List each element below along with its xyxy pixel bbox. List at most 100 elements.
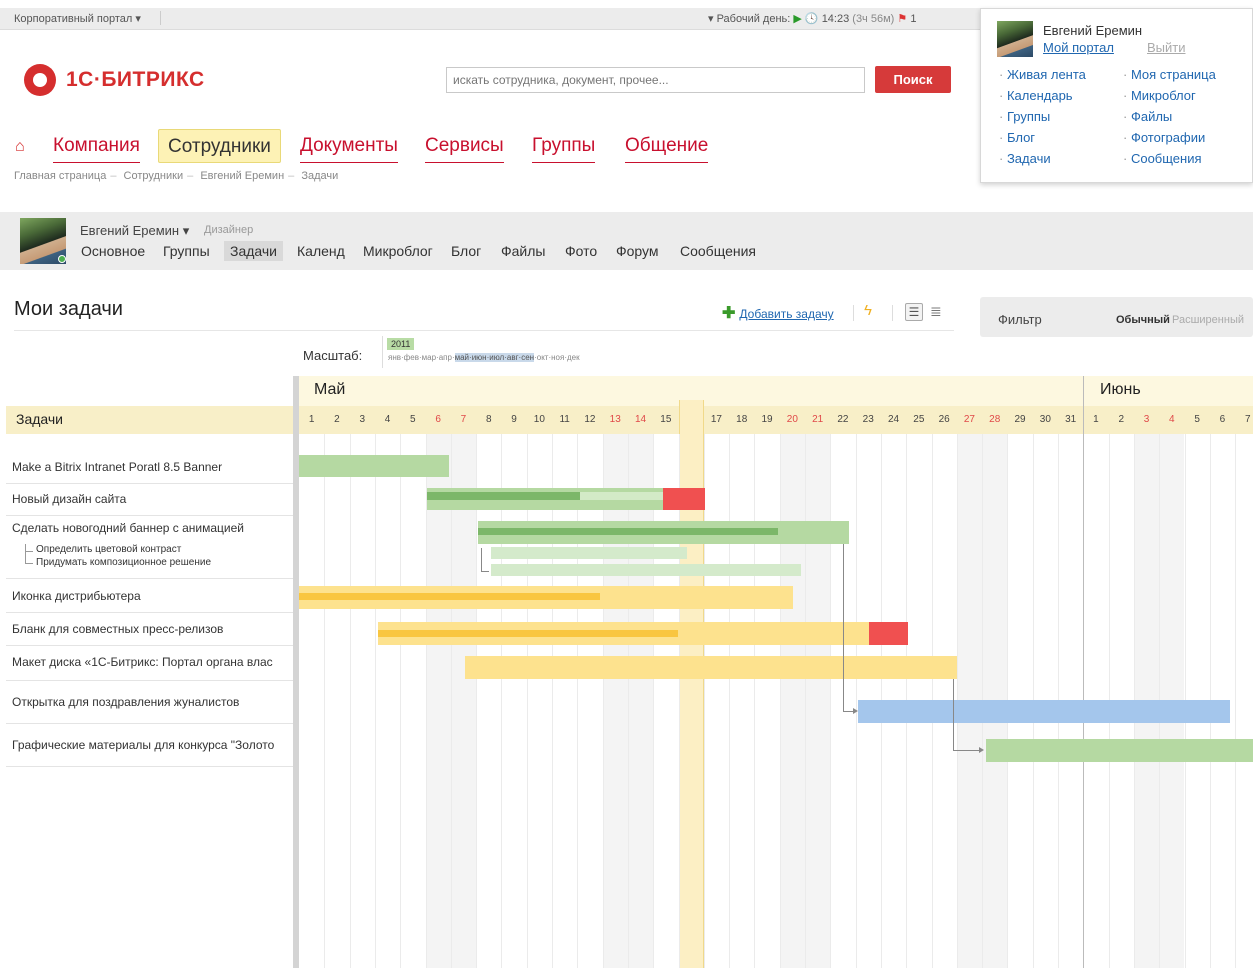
tab-groups[interactable]: Группы [157, 241, 216, 261]
subtask-title[interactable]: Определить цветовой контраст [36, 544, 181, 555]
task-title[interactable]: Графические материалы для конкурса "Золо… [12, 738, 274, 752]
scale-month[interactable]: июл [489, 353, 505, 362]
scale-month[interactable]: мар [422, 353, 436, 362]
tab-files[interactable]: Файлы [495, 241, 551, 261]
task-bar[interactable] [299, 455, 449, 477]
task-row[interactable]: Открытка для поздравления жуналистов [6, 681, 293, 724]
task-progress[interactable] [580, 492, 663, 500]
workday-status[interactable]: ▾ Рабочий день: ▶ 🕓 14:23 (3ч 56м) ⚑ 1 [708, 12, 916, 25]
subtask-title[interactable]: Придумать композиционное решение [36, 557, 211, 568]
scale-month[interactable]: июн [471, 353, 487, 362]
gantt-view-icon[interactable]: ☰ [905, 303, 923, 321]
day-cell: 26 [938, 414, 950, 425]
grid-line [324, 434, 326, 968]
scale-months[interactable]: янв·фев·мар·апр·май·июн·июл·авг·сен·окт·… [388, 353, 580, 362]
my-portal-link[interactable]: Мой портал [1043, 40, 1114, 55]
crumb-employees[interactable]: Сотрудники [124, 170, 184, 182]
online-status-icon [58, 255, 66, 263]
profile-name[interactable]: Евгений Еремин ▾ [80, 223, 189, 239]
link-calendar[interactable]: Календарь [999, 88, 1073, 103]
tab-messages[interactable]: Сообщения [674, 241, 762, 261]
link-messages[interactable]: Сообщения [1123, 151, 1202, 166]
task-title[interactable]: Бланк для совместных пресс-релизов [12, 622, 223, 636]
search-input[interactable] [446, 67, 865, 93]
filter-simple-tab[interactable]: Обычный [1116, 314, 1170, 326]
scale-month[interactable]: янв [388, 353, 401, 362]
task-bar[interactable] [986, 739, 1253, 762]
nav-groups[interactable]: Группы [532, 129, 596, 163]
task-overdue-bar[interactable] [869, 622, 908, 645]
task-progress[interactable] [378, 630, 678, 637]
task-row[interactable]: Make a Bitrix Intranet Poratl 8.5 Banner [6, 452, 293, 484]
filter-title[interactable]: Фильтр [998, 312, 1042, 327]
tab-photo[interactable]: Фото [559, 241, 603, 261]
nav-services[interactable]: Сервисы [425, 129, 504, 163]
crumb-home[interactable]: Главная страница [14, 170, 106, 182]
portal-menu[interactable]: Корпоративный портал ▾ [14, 12, 141, 25]
task-title[interactable]: Новый дизайн сайта [12, 492, 126, 506]
subtask-bar[interactable] [491, 564, 801, 576]
link-photos[interactable]: Фотографии [1123, 130, 1205, 145]
day-cell: 31 [1065, 414, 1077, 425]
search-button[interactable]: Поиск [875, 66, 951, 93]
day-cell: 14 [634, 414, 647, 425]
scale-month[interactable]: ноя [551, 353, 564, 362]
add-task-button[interactable]: ✚ Добавить задачу [722, 303, 834, 323]
scale-month[interactable]: фев [404, 353, 419, 362]
task-row[interactable]: Графические материалы для конкурса "Золо… [6, 724, 293, 767]
task-row[interactable]: Макет диска «1С-Битрикс: Портал органа в… [6, 646, 293, 681]
scale-month[interactable]: сен [521, 353, 535, 362]
bolt-icon[interactable]: ϟ [864, 302, 872, 319]
task-title[interactable]: Макет диска «1С-Битрикс: Портал органа в… [12, 655, 273, 669]
link-my-page[interactable]: Моя страница [1123, 67, 1216, 82]
task-title[interactable]: Открытка для поздравления жуналистов [12, 695, 239, 709]
scale-selector[interactable]: 2011 янв·фев·мар·апр·май·июн·июл·авг·сен… [382, 336, 652, 368]
task-row[interactable]: Иконка дистрибьютера [6, 579, 293, 613]
link-groups[interactable]: Группы [999, 109, 1050, 124]
task-progress[interactable] [299, 593, 600, 600]
play-icon[interactable]: ▶ [793, 13, 801, 25]
scale-month[interactable]: окт [537, 353, 549, 362]
tab-microblog[interactable]: Микроблог [357, 241, 439, 261]
task-overdue-bar[interactable] [663, 488, 705, 510]
nav-documents[interactable]: Документы [300, 129, 398, 163]
grid-line [779, 434, 781, 968]
filter-advanced-tab[interactable]: Расширенный [1172, 314, 1244, 326]
task-row[interactable]: Новый дизайн сайта [6, 484, 293, 516]
subtask-bar[interactable] [491, 547, 687, 559]
flag-icon[interactable]: ⚑ [897, 13, 907, 25]
task-title[interactable]: Сделать новогодний баннер с анимацией [12, 521, 244, 535]
link-microblog[interactable]: Микроблог [1123, 88, 1196, 103]
task-bar[interactable] [465, 656, 957, 679]
task-progress[interactable] [478, 528, 778, 535]
scale-month[interactable]: апр [439, 353, 452, 362]
scale-month[interactable]: май [454, 353, 470, 362]
scale-year[interactable]: 2011 [387, 338, 415, 350]
link-files[interactable]: Файлы [1123, 109, 1172, 124]
crumb-user[interactable]: Евгений Еремин [200, 170, 284, 182]
nav-company[interactable]: Компания [53, 129, 140, 163]
task-title[interactable]: Make a Bitrix Intranet Poratl 8.5 Banner [12, 460, 222, 474]
task-progress[interactable] [427, 492, 580, 500]
nav-communication[interactable]: Общение [625, 129, 709, 163]
home-icon[interactable]: ⌂ [15, 138, 25, 156]
link-blog[interactable]: Блог [999, 130, 1035, 145]
list-view-icon[interactable]: ≣ [930, 303, 942, 320]
task-row[interactable]: Бланк для совместных пресс-релизов [6, 613, 293, 646]
tab-blog[interactable]: Блог [445, 241, 487, 261]
nav-employees[interactable]: Сотрудники [158, 129, 281, 163]
avatar[interactable] [997, 21, 1033, 57]
logout-link[interactable]: Выйти [1147, 40, 1186, 55]
task-row[interactable]: Сделать новогодний баннер с анимацией Оп… [6, 516, 293, 579]
scale-month[interactable]: дек [567, 353, 580, 362]
tab-general[interactable]: Основное [75, 241, 151, 261]
tab-forum[interactable]: Форум [610, 241, 665, 261]
link-live-feed[interactable]: Живая лента [999, 67, 1086, 82]
task-bar[interactable] [858, 700, 1230, 723]
weekend-column [779, 434, 805, 968]
link-tasks[interactable]: Задачи [999, 151, 1051, 166]
tab-tasks[interactable]: Задачи [224, 241, 284, 261]
scale-month[interactable]: авг [506, 353, 519, 362]
task-title[interactable]: Иконка дистрибьютера [12, 589, 141, 603]
tab-calendar[interactable]: Календ [291, 241, 351, 261]
